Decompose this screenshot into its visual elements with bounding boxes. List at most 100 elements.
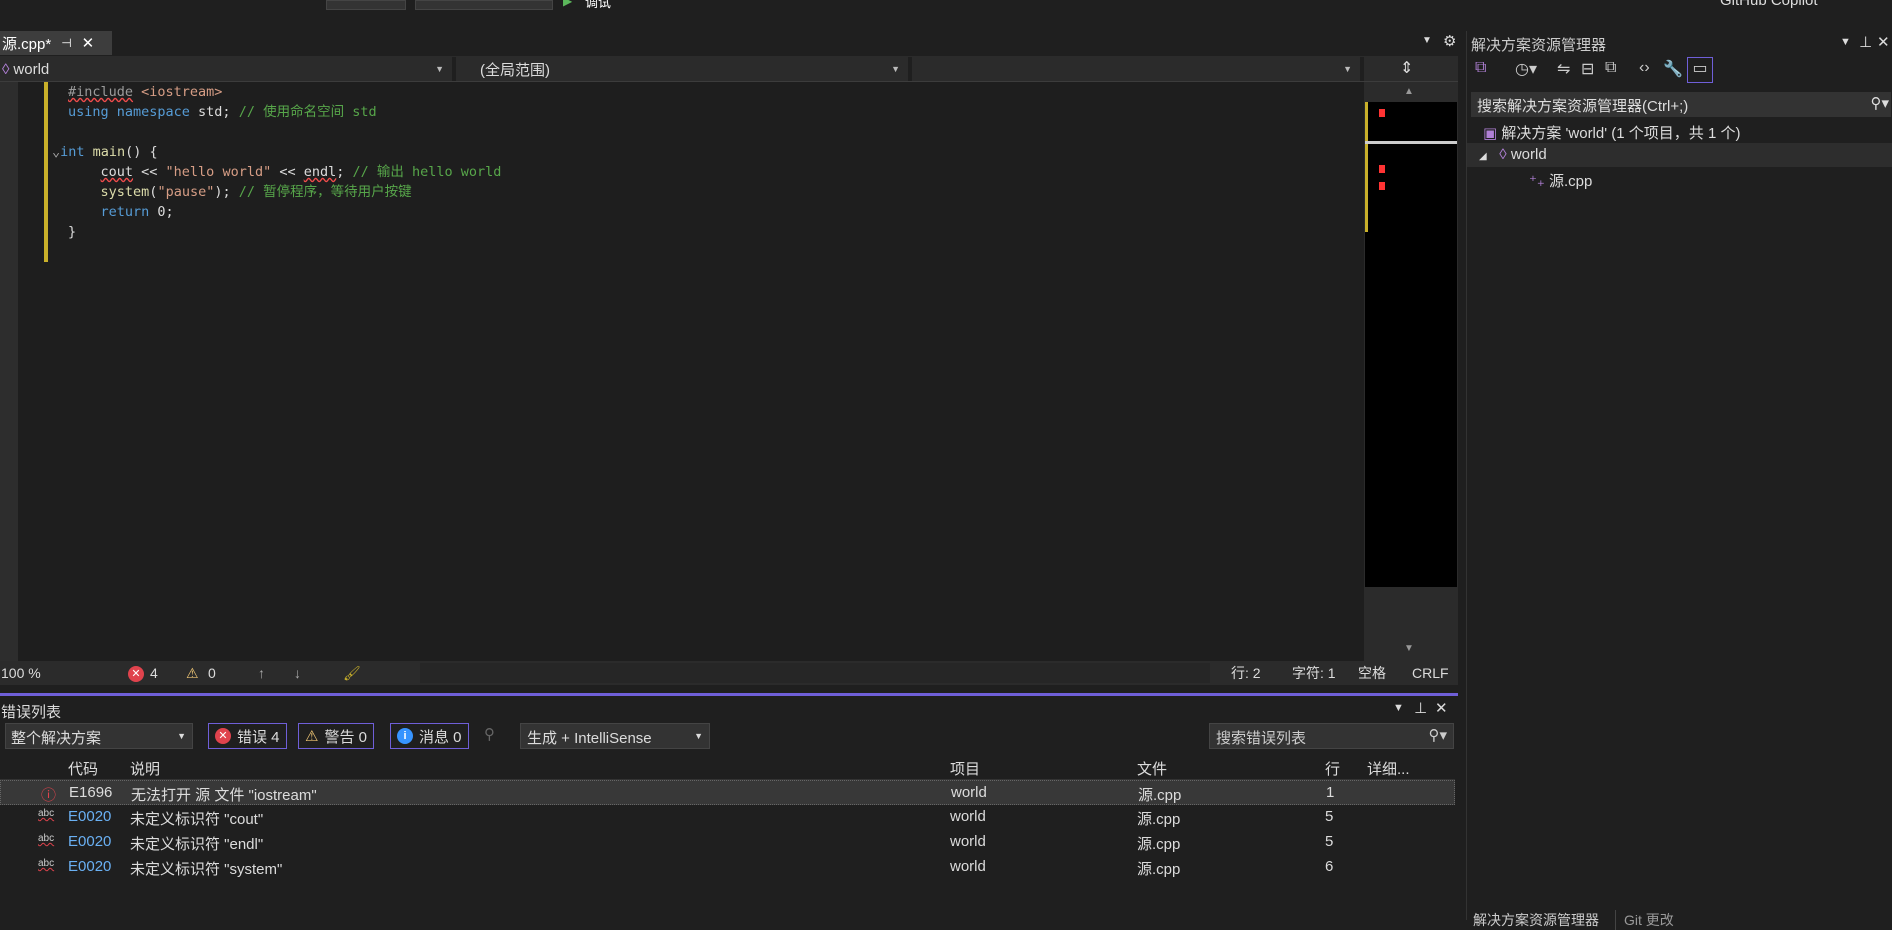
close-icon[interactable]: ✕ — [1877, 33, 1890, 51]
error-row[interactable]: ⓘ E1696 无法打开 源 文件 "iostream" world 源.cpp … — [0, 780, 1455, 805]
error-code[interactable]: E0020 — [68, 808, 111, 825]
properties-wrench-icon[interactable]: 🔧 — [1663, 59, 1683, 79]
error-search-input[interactable]: 搜索错误列表 ⚲▾ — [1209, 723, 1454, 749]
pin-icon[interactable]: ⊥ — [1859, 33, 1872, 51]
tree-item-file[interactable]: ⁺₊ 源.cpp — [1467, 167, 1892, 191]
project-dropdown[interactable]: ◊ world ▼ — [0, 57, 456, 81]
code-view-icon[interactable]: ‹› — [1639, 59, 1650, 77]
col-line[interactable]: 行 — [1325, 758, 1340, 779]
change-indicator — [44, 82, 48, 262]
platform-dropdown[interactable] — [415, 0, 553, 10]
error-count[interactable]: 4 — [150, 665, 158, 681]
zoom-level[interactable]: 100 % — [1, 665, 41, 681]
scroll-up-icon[interactable]: ▲ — [1404, 86, 1414, 97]
errors-filter-label: 错误 4 — [237, 728, 280, 746]
pin-icon[interactable]: ⊣ — [61, 36, 71, 50]
solution-search-placeholder: 搜索解决方案资源管理器(Ctrl+;) — [1477, 98, 1689, 115]
close-icon[interactable]: ✕ — [82, 34, 95, 52]
scope-filter-dropdown[interactable]: 整个解决方案 ▼ — [5, 723, 193, 749]
sync-icon[interactable]: ⇋ — [1557, 59, 1570, 79]
fold-icon[interactable]: ⌄ — [52, 144, 60, 160]
minimap[interactable] — [1365, 102, 1457, 587]
code-token: main — [84, 144, 126, 160]
warnings-filter-button[interactable]: ⚠ 警告 0 — [298, 723, 374, 749]
cleanup-icon[interactable]: 🖌 — [343, 665, 361, 682]
tab-solution-explorer[interactable]: 解决方案资源管理器 — [1473, 910, 1599, 930]
col-file[interactable]: 文件 — [1137, 758, 1167, 779]
code-line[interactable]: #include <iostream> — [52, 82, 502, 102]
col-details[interactable]: 详细... — [1367, 758, 1410, 779]
code-line[interactable]: return 0; — [52, 202, 501, 222]
scope-dropdown[interactable]: (全局范围) ▼ — [456, 57, 912, 81]
member-dropdown[interactable]: ▼ — [912, 57, 1364, 81]
error-row[interactable]: abc E0020 未定义标识符 "endl" world 源.cpp 5 — [0, 830, 1455, 855]
tab-git-changes[interactable]: Git 更改 — [1615, 910, 1674, 930]
error-description: 未定义标识符 "endl" — [130, 836, 264, 853]
error-line: 5 — [1325, 833, 1334, 850]
tree-item-project[interactable]: ◢ ◊ world — [1467, 143, 1892, 167]
editor-status-bar: 100 % ✕ 4 ⚠ 0 ↑ ↓ 🖌 行: 2 字符: 1 空格 CRLF — [0, 661, 1458, 685]
start-button[interactable]: 调试 — [585, 0, 611, 11]
search-icon[interactable]: ⚲▾ — [1870, 94, 1889, 112]
whitespace-indicator[interactable]: 空格 — [1358, 663, 1386, 683]
scroll-down-icon[interactable]: ▼ — [1404, 643, 1414, 654]
expand-icon[interactable]: ◢ — [1479, 151, 1487, 162]
panel-menu-icon[interactable]: ▼ — [1393, 702, 1404, 714]
panel-title: 错误列表 — [1, 704, 62, 721]
error-row[interactable]: abc E0020 未定义标识符 "system" world 源.cpp 6 — [0, 855, 1455, 880]
switch-views-icon[interactable]: ⧉ — [1475, 59, 1486, 77]
code-token: () { — [125, 144, 158, 160]
col-description[interactable]: 说明 — [130, 758, 160, 779]
code-line[interactable]: ⌄int main() { — [52, 142, 501, 162]
close-icon[interactable]: ✕ — [1435, 699, 1448, 717]
tree-item-solution[interactable]: ▣ 解决方案 'world' (1 个项目，共 1 个) — [1467, 119, 1892, 143]
tab-source-cpp[interactable]: 源.cpp* ⊣ ✕ — [0, 31, 112, 55]
project-icon: ◊ — [2, 60, 10, 78]
error-file: 源.cpp — [1137, 836, 1181, 853]
preview-icon[interactable]: ▭ — [1687, 57, 1713, 83]
code-line[interactable]: using namespace std; // 使用命名空间 std — [52, 102, 501, 122]
prev-issue-icon[interactable]: ↑ — [258, 665, 265, 681]
line-indicator[interactable]: 行: 2 — [1231, 663, 1261, 683]
gear-icon[interactable]: ⚙ — [1443, 32, 1456, 50]
error-code[interactable]: E0020 — [68, 858, 111, 875]
error-line: 5 — [1325, 808, 1334, 825]
search-icon[interactable]: ⚲▾ — [1428, 726, 1447, 744]
errors-filter-button[interactable]: ✕ 错误 4 — [208, 723, 287, 749]
char-indicator[interactable]: 字符: 1 — [1292, 663, 1336, 683]
error-code[interactable]: E0020 — [68, 833, 111, 850]
collapse-all-icon[interactable]: ⊟ — [1581, 59, 1594, 79]
line-ending-indicator[interactable]: CRLF — [1412, 665, 1449, 681]
tab-list-dropdown-icon[interactable]: ▼ — [1422, 35, 1432, 46]
copilot-button[interactable]: GitHub Copilot — [1720, 0, 1818, 9]
messages-filter-label: 消息 0 — [419, 728, 462, 746]
pin-icon[interactable]: ⊥ — [1414, 699, 1427, 717]
col-code[interactable]: 代码 — [68, 758, 98, 779]
panel-menu-icon[interactable]: ▼ — [1840, 36, 1851, 48]
solution-search-input[interactable]: 搜索解决方案资源管理器(Ctrl+;) ⚲▾ — [1471, 92, 1891, 117]
show-all-files-icon[interactable]: ⧉ — [1605, 59, 1616, 77]
horizontal-scrollbar[interactable] — [420, 663, 1210, 683]
config-dropdown[interactable] — [326, 0, 406, 10]
build-filter-dropdown[interactable]: 生成 + IntelliSense ▼ — [520, 723, 710, 749]
code-lines[interactable]: #include <iostream> using namespace std; … — [52, 82, 502, 242]
messages-filter-button[interactable]: i 消息 0 — [390, 723, 469, 749]
split-editor-icon[interactable]: ⇕ — [1400, 58, 1413, 78]
build-filter-label: 生成 + IntelliSense — [527, 730, 652, 747]
code-line[interactable]: cout << "hello world" << endl; // 输出 hel… — [52, 162, 502, 182]
filter-icon[interactable]: ⚲ — [484, 725, 495, 743]
start-icon[interactable]: ▶ — [563, 0, 572, 8]
warning-count[interactable]: 0 — [208, 665, 216, 681]
error-row[interactable]: abc E0020 未定义标识符 "cout" world 源.cpp 5 — [0, 805, 1455, 830]
col-project[interactable]: 项目 — [950, 758, 980, 779]
error-code[interactable]: E1696 — [69, 784, 112, 801]
pending-changes-filter-icon[interactable]: ◷▾ — [1515, 59, 1537, 79]
minimap-scrollbar[interactable]: ▲ ▼ — [1364, 82, 1458, 661]
code-line[interactable]: system("pause"); // 暂停程序，等待用户按键 — [52, 182, 501, 202]
code-line[interactable]: } — [52, 222, 501, 242]
warning-icon: ⚠ — [305, 728, 319, 745]
code-line[interactable] — [52, 122, 501, 142]
next-issue-icon[interactable]: ↓ — [294, 665, 301, 681]
